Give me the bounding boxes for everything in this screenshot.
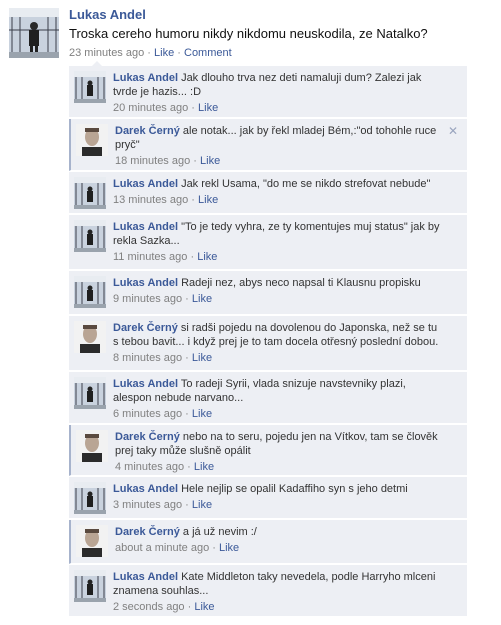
comment-item: Darek Černý nebo na to seru, pojedu jen … xyxy=(69,425,467,476)
comment-list: Lukas Andel Jak dlouho trva nez deti nam… xyxy=(69,66,467,617)
comment-timestamp[interactable]: 4 minutes ago xyxy=(115,461,184,473)
comment-timestamp[interactable]: 3 minutes ago xyxy=(113,499,182,511)
post-comment-link[interactable]: Comment xyxy=(184,47,232,59)
comment-item: Lukas Andel Kate Middleton taky nevedela… xyxy=(69,565,467,617)
comment-author[interactable]: Lukas Andel xyxy=(113,178,178,190)
meta-separator: · xyxy=(185,352,189,364)
comment-author-avatar[interactable] xyxy=(76,430,108,462)
comment-like-link[interactable]: Like xyxy=(198,102,218,114)
comment-text: Radeji nez, abys neco napsal ti Klausnu … xyxy=(181,277,421,289)
comment-item: Darek Černý a já už nevim :/ about a min… xyxy=(69,520,467,564)
meta-separator: · xyxy=(185,293,189,305)
comment-timestamp[interactable]: 20 minutes ago xyxy=(113,102,188,114)
comment-author-avatar[interactable] xyxy=(74,570,106,602)
meta-separator: · xyxy=(193,155,197,167)
meta-separator: · xyxy=(212,542,216,554)
comment-timestamp[interactable]: 2 seconds ago xyxy=(113,601,185,613)
comment-author-avatar[interactable] xyxy=(74,377,106,409)
comment-timestamp[interactable]: 11 minutes ago xyxy=(113,251,187,263)
comment-author-avatar[interactable] xyxy=(76,124,108,156)
comment-author-avatar[interactable] xyxy=(74,482,106,514)
comment-author[interactable]: Lukas Andel xyxy=(113,483,178,495)
comment-like-link[interactable]: Like xyxy=(192,352,212,364)
comment-text: a já už nevim :/ xyxy=(182,526,257,538)
comment-like-link[interactable]: Like xyxy=(197,251,217,263)
comment-author[interactable]: Darek Černý xyxy=(115,526,180,538)
post-status-text: Troska cereho humoru nikdy nikdomu neusk… xyxy=(69,26,428,41)
comment-author[interactable]: Darek Černý xyxy=(115,431,180,443)
comment-author[interactable]: Lukas Andel xyxy=(113,221,178,233)
remove-comment-icon[interactable]: ✕ xyxy=(448,124,458,138)
comment-author[interactable]: Lukas Andel xyxy=(113,571,178,583)
meta-separator: · xyxy=(191,194,195,206)
comment-item: Lukas Andel To radeji Syrii, vlada snizu… xyxy=(69,372,467,424)
comment-author[interactable]: Darek Černý xyxy=(113,322,178,334)
meta-separator: · xyxy=(147,47,151,59)
comment-like-link[interactable]: Like xyxy=(219,542,239,554)
post-author-name[interactable]: Lukas Andel xyxy=(69,7,146,22)
comment-timestamp[interactable]: about a minute ago xyxy=(115,542,209,554)
comment-like-link[interactable]: Like xyxy=(198,194,218,206)
comment-author-avatar[interactable] xyxy=(74,220,106,252)
comment-item: Lukas Andel Hele nejlip se opalil Kadaff… xyxy=(69,477,467,519)
comment-like-link[interactable]: Like xyxy=(194,601,214,613)
post-meta: 23 minutes ago · Like · Comment xyxy=(69,47,232,59)
comment-item: Darek Černý si radši pojedu na dovolenou… xyxy=(69,316,467,371)
comment-author[interactable]: Lukas Andel xyxy=(113,378,178,390)
comment-timestamp[interactable]: 8 minutes ago xyxy=(113,352,182,364)
meta-separator: · xyxy=(187,461,191,473)
comment-item: Lukas Andel "To je tedy vyhra, ze ty kom… xyxy=(69,215,467,270)
meta-separator: · xyxy=(191,102,195,114)
comment-text: Hele nejlip se opalil Kadaffiho syn s je… xyxy=(181,483,408,495)
comment-like-link[interactable]: Like xyxy=(192,408,212,420)
comment-author-avatar[interactable] xyxy=(74,71,106,103)
comment-item: Lukas Andel Jak dlouho trva nez deti nam… xyxy=(69,66,467,118)
comment-author-avatar[interactable] xyxy=(76,525,108,557)
comment-author[interactable]: Darek Černý xyxy=(115,125,180,137)
comment-item: Darek Černý ale notak... jak by řekl mla… xyxy=(69,119,467,171)
comment-author[interactable]: Lukas Andel xyxy=(113,277,178,289)
meta-separator: · xyxy=(185,499,189,511)
comment-timestamp[interactable]: 18 minutes ago xyxy=(115,155,190,167)
comment-item: Lukas Andel Radeji nez, abys neco napsal… xyxy=(69,271,467,315)
comment-author-avatar[interactable] xyxy=(74,177,106,209)
comment-like-link[interactable]: Like xyxy=(194,461,214,473)
comment-text: Jak rekl Usama, "do me se nikdo strefova… xyxy=(181,178,431,190)
comment-timestamp[interactable]: 6 minutes ago xyxy=(113,408,182,420)
comment-author-avatar[interactable] xyxy=(74,321,106,353)
comment-author-avatar[interactable] xyxy=(74,276,106,308)
meta-separator: · xyxy=(177,47,181,59)
meta-separator: · xyxy=(187,601,192,613)
comment-like-link[interactable]: Like xyxy=(200,155,220,167)
meta-separator: · xyxy=(185,408,189,420)
comment-timestamp[interactable]: 13 minutes ago xyxy=(113,194,188,206)
comment-item: Lukas Andel Jak rekl Usama, "do me se ni… xyxy=(69,172,467,214)
post-like-link[interactable]: Like xyxy=(154,47,174,59)
post-author-avatar[interactable] xyxy=(9,8,59,58)
comment-timestamp[interactable]: 9 minutes ago xyxy=(113,293,182,305)
comment-like-link[interactable]: Like xyxy=(192,499,212,511)
comment-like-link[interactable]: Like xyxy=(192,293,212,305)
comment-author[interactable]: Lukas Andel xyxy=(113,72,178,84)
post-timestamp[interactable]: 23 minutes ago xyxy=(69,47,144,59)
meta-separator: · xyxy=(190,251,195,263)
